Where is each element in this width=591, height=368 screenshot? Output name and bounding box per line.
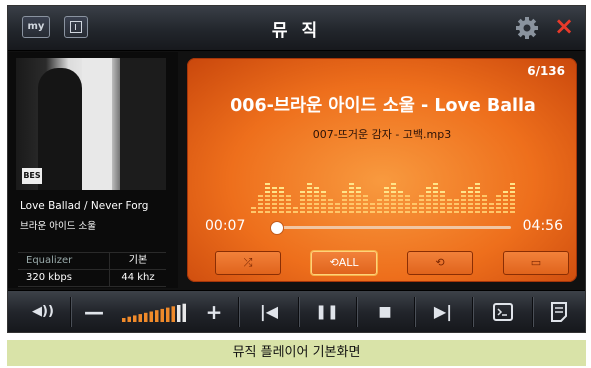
volume-up-button[interactable]: + [202,297,226,327]
control-bar: ◀)) — + |◀ ❚❚ ■ ▶| [8,290,585,332]
audio-info-table: Equalizer 기본 320 kbps 44 khz [18,252,166,287]
close-button[interactable]: × [554,14,574,38]
previous-button[interactable]: |◀ [252,297,286,327]
pause-button[interactable]: ❚❚ [310,297,344,327]
stop-icon: ■ [378,304,392,320]
repeat-button[interactable]: ⟲ [407,251,473,275]
album-logo: BES [22,168,42,184]
document-icon [551,302,567,322]
close-icon: × [554,12,575,40]
terminal-icon [493,303,513,321]
total-time: 04:56 [522,218,563,234]
spectrum-visualizer [251,183,515,213]
track-counter: 6/136 [527,64,565,78]
stop-button[interactable]: ■ [368,297,402,327]
page-title: 뮤 직 [271,21,322,41]
volume-button[interactable]: ◀)) [26,297,60,327]
music-player-window: my 뮤 직 × BES Love Ballad / Never Forg 브라… [7,5,586,333]
repeat-all-button[interactable]: ⟲ALL [311,251,377,275]
album-song-title: Love Ballad / Never Forg [20,200,149,212]
now-playing-panel: 6/136 006-브라운 아이드 소울 - Love Balla 007-뜨거… [187,58,577,282]
elapsed-time: 00:07 [205,218,246,234]
plus-icon: + [205,300,223,324]
progress-thumb[interactable] [269,221,284,235]
samplerate-value: 44 khz [109,270,166,286]
folder-button[interactable]: ▭ [503,251,569,275]
track-info-panel: BES Love Ballad / Never Forg 브라운 아이드 소울 … [8,52,178,288]
folder-icon: ▭ [530,256,542,269]
album-art: BES [16,58,166,190]
previous-icon: |◀ [259,302,279,321]
equalizer-row[interactable]: Equalizer 기본 [18,253,166,270]
gear-icon[interactable] [515,16,539,40]
pause-icon: ❚❚ [315,304,339,320]
figure-caption: 뮤직 플레이어 기본화면 [7,340,586,366]
playlist-button[interactable] [544,297,574,327]
equalizer-value: 기본 [109,253,166,269]
repeat-icon: ⟲ [435,256,445,269]
volume-level[interactable] [122,302,190,322]
shuffle-button[interactable]: ⤮ [215,251,281,275]
artist-name: 브라운 아이드 소울 [20,221,96,232]
next-icon: ▶| [433,302,453,321]
volume-down-button[interactable]: — [82,297,106,327]
minus-icon: — [84,300,104,324]
next-track-title: 007-뜨거운 감자 - 고백.mp3 [312,128,452,141]
shuffle-icon: ⤮ [243,256,253,269]
bitrate-row: 320 kbps 44 khz [18,270,166,287]
repeat-all-icon: ⟲ALL [329,256,359,269]
equalizer-label: Equalizer [26,255,73,266]
bitrate-value: 320 kbps [26,272,72,283]
speaker-icon: ◀)) [32,304,54,319]
terminal-button[interactable] [488,297,518,327]
progress-bar[interactable] [269,221,511,235]
current-track-title: 006-브라운 아이드 소울 - Love Balla [230,96,536,116]
next-button[interactable]: ▶| [426,297,460,327]
title-bar: my 뮤 직 × [8,6,585,51]
